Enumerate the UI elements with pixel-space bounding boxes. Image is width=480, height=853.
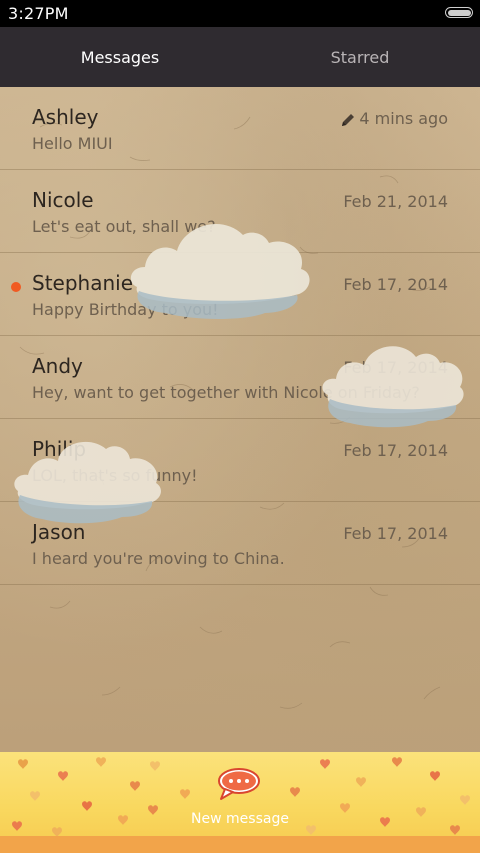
message-preview: LOL, that's so funny! (32, 466, 198, 485)
status-bar: 3:27PM (0, 0, 480, 27)
thread-row-andy[interactable]: Andy Hey, want to get together with Nico… (0, 336, 480, 419)
contact-name: Ashley (32, 105, 99, 129)
status-time: 3:27PM (8, 4, 69, 23)
contact-name: Stephanie (32, 271, 134, 295)
thread-row-stephanie[interactable]: Stephanie Happy Birthday to you! Feb 17,… (0, 253, 480, 336)
message-date: Feb 17, 2014 (343, 275, 448, 294)
speech-bubble-icon (218, 768, 260, 800)
contact-name: Nicole (32, 188, 94, 212)
message-preview: Hello MIUI (32, 134, 113, 153)
tab-messages[interactable]: Messages (0, 27, 240, 87)
message-date: Feb 17, 2014 (343, 524, 448, 543)
message-date: Feb 17, 2014 (343, 441, 448, 460)
thread-row-ashley[interactable]: Ashley Hello MIUI 4 mins ago (0, 87, 480, 170)
message-preview: I heard you're moving to China. (32, 549, 285, 568)
thread-row-nicole[interactable]: Nicole Let's eat out, shall we? Feb 21, … (0, 170, 480, 253)
thread-row-philip[interactable]: Philip LOL, that's so funny! Feb 17, 201… (0, 419, 480, 502)
message-list: Ashley Hello MIUI 4 mins ago Nicole Let'… (0, 87, 480, 752)
unread-indicator (11, 282, 21, 292)
battery-icon (445, 7, 473, 18)
message-date: Feb 17, 2014 (343, 358, 448, 377)
bottom-bar: New message (0, 752, 480, 853)
message-preview: Let's eat out, shall we? (32, 217, 216, 236)
tab-starred[interactable]: Starred (240, 27, 480, 87)
thread-row-jason[interactable]: Jason I heard you're moving to China. Fe… (0, 502, 480, 585)
message-date: 4 mins ago (359, 109, 448, 128)
contact-name: Jason (32, 520, 86, 544)
new-message-label: New message (191, 811, 289, 827)
message-preview: Hey, want to get together with Nicole on… (32, 383, 420, 402)
tab-bar: Messages Starred (0, 27, 480, 87)
pencil-icon (342, 114, 354, 126)
new-message-button[interactable]: New message (160, 752, 320, 836)
contact-name: Andy (32, 354, 83, 378)
contact-name: Philip (32, 437, 87, 461)
bottom-strip (0, 836, 480, 853)
message-date: Feb 21, 2014 (343, 192, 448, 211)
message-preview: Happy Birthday to you! (32, 300, 219, 319)
